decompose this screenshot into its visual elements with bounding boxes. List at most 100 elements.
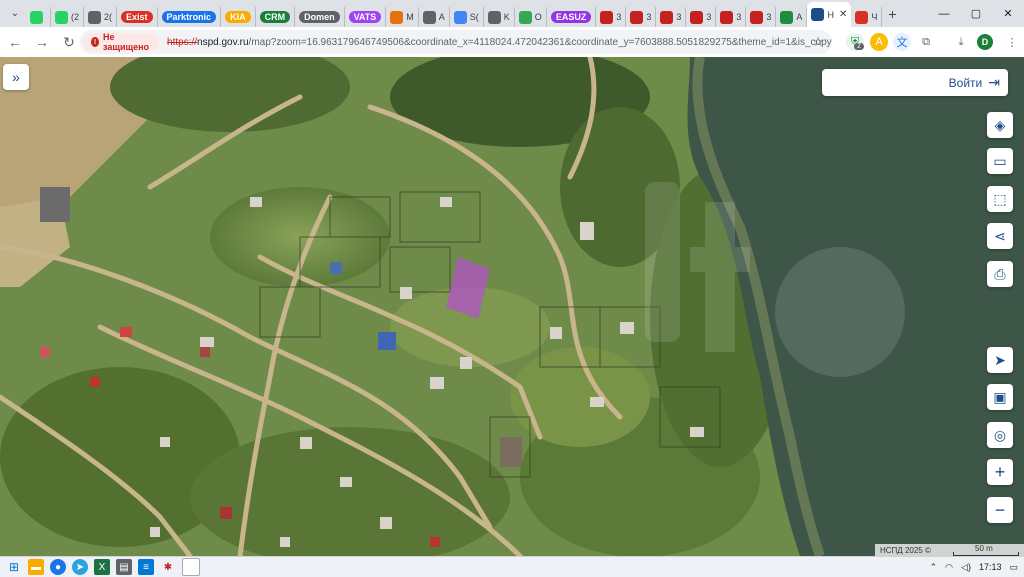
map-viewport[interactable]: » Войти ⇥ ◈ ▭ ⬚ ⋖ ⎙ ➤ ▣ ◎ + − НСПД 2025 … <box>0 57 1024 556</box>
volume-icon[interactable]: ◁) <box>961 562 971 573</box>
ruler-icon[interactable]: ▭ <box>987 148 1013 174</box>
tab-8[interactable]: Domen <box>295 7 345 27</box>
tab-13[interactable]: K <box>484 7 515 27</box>
box-icon <box>630 10 644 24</box>
warning-icon: ! <box>91 37 99 47</box>
maximize-icon[interactable]: ▢ <box>960 0 992 27</box>
login-button[interactable]: Войти ⇥ <box>822 69 1008 96</box>
tab-label: 3 <box>676 12 682 22</box>
url-text[interactable]: https://nspd.gov.ru/map?zoom=16.96317964… <box>167 37 832 48</box>
tab-12[interactable]: S( <box>450 7 484 27</box>
share-icon[interactable]: ⋖ <box>987 223 1013 249</box>
tab-label: M <box>406 12 414 22</box>
os-taskbar: ⊞ ▬ ● ➤ X ▤ ≡ ✱ ⌃ ◠ ◁) 17:13 ▭ <box>0 556 1024 577</box>
address-bar[interactable]: ! Не защищено https://nspd.gov.ru/map?zo… <box>80 30 832 54</box>
app-icon[interactable]: ▤ <box>116 559 132 575</box>
new-tab-button[interactable]: + <box>888 6 896 22</box>
satellite-imagery[interactable] <box>0 57 1024 556</box>
tab-2[interactable]: (2 <box>51 7 85 27</box>
settings-icon[interactable]: ✱ <box>160 559 176 575</box>
start-icon[interactable]: ⊞ <box>6 559 22 575</box>
chevron-up-icon[interactable]: ⌃ <box>930 562 938 573</box>
url-path: /map?zoom=16.963179646749506&coordinate_… <box>248 36 832 48</box>
extensions-puzzle-icon[interactable]: ⧉ <box>917 33 935 51</box>
box-icon <box>690 10 704 24</box>
tab-label: A <box>438 12 445 22</box>
tab-21[interactable]: 3 <box>746 7 777 27</box>
tab-11[interactable]: A <box>419 7 450 27</box>
tab-24[interactable]: Ч <box>851 7 883 27</box>
url-scheme: https:// <box>167 36 198 48</box>
network-icon[interactable]: ◠ <box>945 562 953 573</box>
excel-icon[interactable]: X <box>94 559 110 575</box>
tab-search-icon[interactable]: ⌄ <box>4 3 26 25</box>
tab-5[interactable]: Parktronic <box>158 7 222 27</box>
expand-sidebar-icon[interactable]: » <box>3 64 29 90</box>
sticky-icon[interactable] <box>182 558 200 576</box>
drive-icon <box>518 10 532 24</box>
tab-3[interactable]: 2( <box>84 7 118 27</box>
tab-pill-label: VATS <box>348 11 382 23</box>
print-icon[interactable]: ⎙ <box>987 261 1013 287</box>
layers-icon[interactable]: ◈ <box>987 112 1013 138</box>
tab-10[interactable]: M <box>386 7 419 27</box>
file-explorer-icon[interactable]: ▬ <box>28 559 44 575</box>
tab-label: O <box>534 12 542 22</box>
back-button[interactable]: ← <box>3 30 27 54</box>
close-tab-icon[interactable]: ✕ <box>839 9 847 20</box>
tab-18[interactable]: 3 <box>656 7 687 27</box>
download-icon[interactable]: ⤓ <box>952 33 970 51</box>
tab-23[interactable]: H ✕ <box>807 2 852 27</box>
url-host: nspd.gov.ru <box>197 36 249 48</box>
tab-20[interactable]: 3 <box>716 7 747 27</box>
tab-label: 2( <box>104 12 113 22</box>
zoom-in-icon[interactable]: + <box>987 459 1013 485</box>
tab-16[interactable]: 3 <box>596 7 627 27</box>
bookmark-star-icon[interactable]: ☆ <box>812 34 824 50</box>
tab-pill-label: Domen <box>299 11 340 23</box>
window-controls: — ▢ ✕ <box>928 0 1024 27</box>
telegram-icon[interactable]: ➤ <box>72 559 88 575</box>
locate-icon[interactable]: ◎ <box>987 422 1013 448</box>
tab-7[interactable]: CRM <box>256 7 296 27</box>
forward-button[interactable]: → <box>30 30 54 54</box>
tab-4[interactable]: Exist <box>117 7 158 27</box>
active-icon <box>811 8 825 21</box>
tab-label: 3 <box>706 12 712 22</box>
tab-1[interactable] <box>26 7 51 27</box>
tab-15[interactable]: EASUZ <box>547 7 597 27</box>
tab-19[interactable]: 3 <box>686 7 717 27</box>
tab-label: S( <box>469 12 479 22</box>
translate-icon[interactable]: 文 <box>893 33 911 51</box>
box-icon <box>600 10 614 24</box>
login-icon: ⇥ <box>988 74 1000 90</box>
navigate-icon[interactable]: ➤ <box>987 347 1013 373</box>
tab-14[interactable]: O <box>515 7 547 27</box>
clock[interactable]: 17:13 <box>979 562 1002 572</box>
tab-pill-label: Exist <box>121 11 153 23</box>
select-area-icon[interactable]: ⬚ <box>987 186 1013 212</box>
notepad-icon[interactable]: ≡ <box>138 559 154 575</box>
tab-label: K <box>503 12 510 22</box>
tab-22[interactable]: A <box>776 7 808 27</box>
zoom-out-icon[interactable]: − <box>987 497 1013 523</box>
close-window-icon[interactable]: ✕ <box>992 0 1024 27</box>
reload-button[interactable]: ↻ <box>57 30 81 54</box>
extension-a-icon[interactable]: A <box>870 33 888 51</box>
menu-kebab-icon[interactable]: ⋮ <box>1003 33 1021 51</box>
security-label: Не защищено <box>103 32 150 52</box>
tab-pill-label: KIA <box>225 11 251 23</box>
profile-avatar[interactable]: D <box>977 34 993 50</box>
login-label: Войти <box>948 75 983 90</box>
tab-pill-label: CRM <box>259 11 291 23</box>
tab-9[interactable]: VATS <box>345 7 387 27</box>
security-badge[interactable]: ! Не защищено <box>83 32 160 52</box>
minimize-icon[interactable]: — <box>928 0 960 27</box>
map-attribution: НСПД 2025 © <box>880 545 931 555</box>
tab-17[interactable]: 3 <box>626 7 657 27</box>
chrome-icon[interactable]: ● <box>50 559 66 575</box>
minimap-icon[interactable]: ▣ <box>987 384 1013 410</box>
tab-6[interactable]: KIA <box>221 7 256 27</box>
scale-bar: НСПД 2025 © 50 m <box>875 544 1024 556</box>
notifications-icon[interactable]: ▭ <box>1009 562 1018 573</box>
